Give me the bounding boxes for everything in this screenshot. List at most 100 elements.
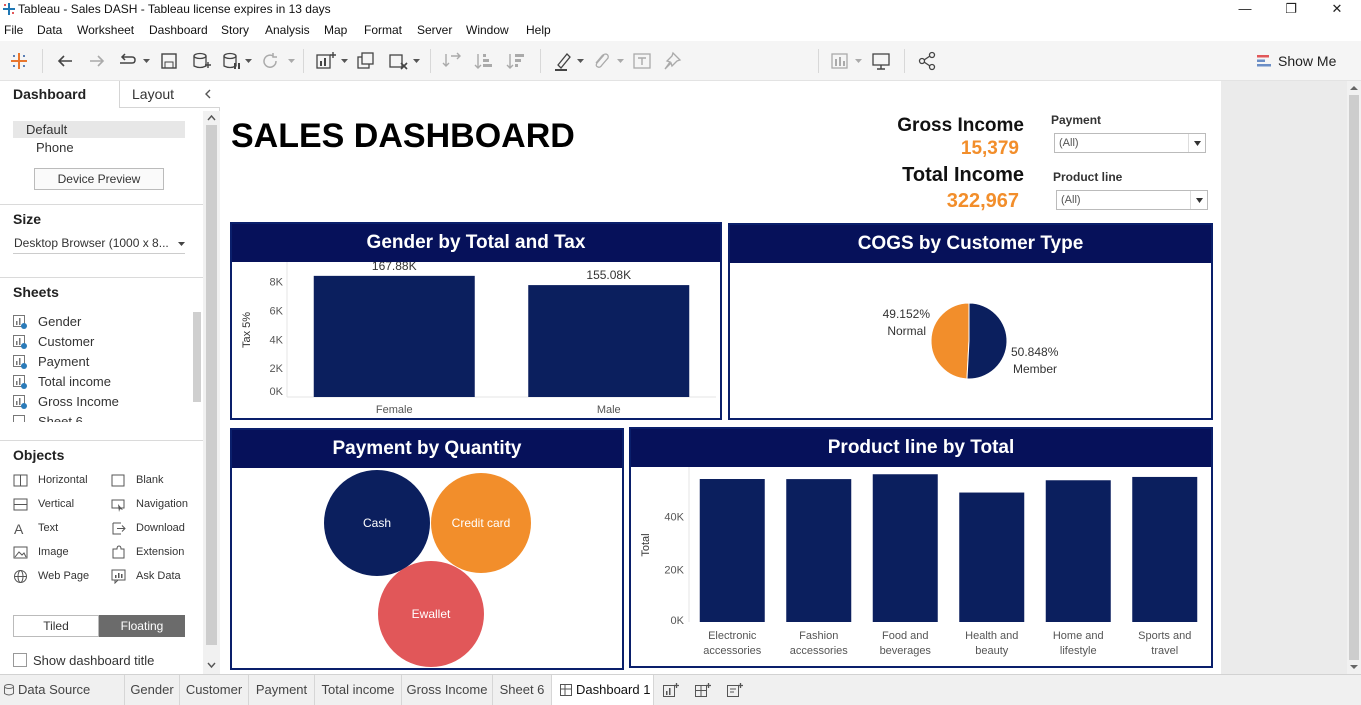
- redo-icon[interactable]: [86, 50, 108, 72]
- menu-story[interactable]: Story: [221, 23, 249, 37]
- tab-gender[interactable]: Gender: [125, 675, 180, 705]
- new-data-source-icon[interactable]: [190, 50, 212, 72]
- chevron-down-icon[interactable]: [288, 58, 295, 64]
- show-cards-icon[interactable]: [829, 50, 851, 72]
- x-tick-label: lifestyle: [1060, 645, 1097, 657]
- new-dashboard-tab-icon[interactable]: [695, 683, 711, 698]
- tab-label: Dashboard 1: [576, 682, 651, 697]
- presentation-mode-icon[interactable]: [870, 50, 892, 72]
- collapse-pane-icon[interactable]: [204, 89, 212, 99]
- tab-dashboard[interactable]: Dashboard: [0, 81, 119, 108]
- device-default[interactable]: Default: [13, 121, 185, 138]
- tab-total-income[interactable]: Total income: [315, 675, 402, 705]
- menu-help[interactable]: Help: [526, 23, 551, 37]
- left-pane-scrollbar[interactable]: [203, 111, 220, 674]
- fix-axes-pin-icon[interactable]: [661, 50, 683, 72]
- size-dropdown[interactable]: Desktop Browser (1000 x 8...: [13, 234, 185, 254]
- sort-descending-icon[interactable]: [505, 50, 527, 72]
- chevron-down-icon[interactable]: [577, 58, 584, 64]
- refresh-icon[interactable]: [259, 50, 281, 72]
- vertical-container-icon: [13, 498, 28, 511]
- scrollbar-thumb[interactable]: [206, 125, 217, 645]
- bar: [313, 275, 475, 397]
- pause-updates-icon[interactable]: [220, 50, 242, 72]
- show-mark-labels-icon[interactable]: [631, 50, 653, 72]
- toolbar-separator: [430, 49, 431, 73]
- save-icon[interactable]: [158, 50, 180, 72]
- y-tick-label: 6K: [270, 305, 284, 317]
- share-icon[interactable]: [916, 50, 938, 72]
- data-label: 167.88K: [372, 262, 417, 273]
- menu-analysis[interactable]: Analysis: [265, 23, 310, 37]
- bar: [528, 285, 690, 397]
- sheets-scrollbar[interactable]: [193, 312, 201, 402]
- tab-dashboard-1[interactable]: Dashboard 1: [552, 675, 654, 705]
- device-phone[interactable]: Phone: [13, 139, 185, 156]
- swap-rows-columns-icon[interactable]: [441, 50, 463, 72]
- canvas-scrollbar[interactable]: [1347, 81, 1361, 674]
- floating-toggle[interactable]: Floating: [99, 615, 185, 637]
- close-button[interactable]: ✕: [1314, 0, 1360, 20]
- panel-payment-by-quantity: Payment by Quantity Cash Credit card Ewall…: [230, 428, 624, 670]
- y-tick-label: 4K: [270, 334, 284, 346]
- chevron-down-icon[interactable]: [617, 58, 624, 64]
- scrollbar-thumb[interactable]: [1349, 95, 1359, 660]
- panel-title: Payment by Quantity: [232, 430, 622, 468]
- bar: [959, 492, 1025, 622]
- worksheet-icon: [13, 375, 27, 389]
- database-icon: [4, 684, 14, 696]
- menu-window[interactable]: Window: [466, 23, 509, 37]
- svg-text:A: A: [14, 521, 24, 536]
- worksheet-icon: [13, 355, 27, 369]
- menu-server[interactable]: Server: [417, 23, 452, 37]
- menu-worksheet[interactable]: Worksheet: [77, 23, 134, 37]
- worksheet-icon: [13, 395, 27, 409]
- replay-icon[interactable]: [116, 50, 138, 72]
- payment-filter-dropdown[interactable]: (All): [1054, 133, 1206, 153]
- maximize-button[interactable]: ❐: [1268, 0, 1314, 20]
- device-preview-button[interactable]: Device Preview: [34, 168, 164, 190]
- payment-bubble-chart: Cash Credit card Ewallet: [324, 470, 531, 667]
- highlight-icon[interactable]: [552, 50, 574, 72]
- product-line-filter-dropdown[interactable]: (All): [1056, 190, 1208, 210]
- menu-map[interactable]: Map: [324, 23, 347, 37]
- tab-layout[interactable]: Layout: [119, 81, 220, 108]
- y-tick-label: 8K: [270, 277, 284, 289]
- chevron-down-icon[interactable]: [855, 58, 862, 64]
- clear-sheet-icon[interactable]: [387, 50, 409, 72]
- chevron-down-icon[interactable]: [341, 58, 348, 64]
- sort-ascending-icon[interactable]: [473, 50, 495, 72]
- tab-customer[interactable]: Customer: [180, 675, 249, 705]
- new-worksheet-tab-icon[interactable]: [663, 683, 679, 698]
- menu-format[interactable]: Format: [364, 23, 402, 37]
- group-members-icon[interactable]: [590, 50, 612, 72]
- duplicate-sheet-icon[interactable]: [355, 50, 377, 72]
- menu-file[interactable]: File: [4, 23, 23, 37]
- tab-data-source[interactable]: Data Source: [0, 675, 125, 705]
- product-line-filter-label: Product line: [1053, 170, 1123, 184]
- minimize-button[interactable]: —: [1222, 0, 1268, 20]
- menu-dashboard[interactable]: Dashboard: [149, 23, 208, 37]
- dashboard-canvas: SALES DASHBOARD Gross Income 15,379 Tota…: [221, 81, 1221, 674]
- tiled-toggle[interactable]: Tiled: [13, 615, 99, 637]
- tab-dashboard-label: Dashboard: [13, 86, 87, 102]
- chevron-down-icon[interactable]: [413, 58, 420, 64]
- tableau-home-icon[interactable]: [8, 50, 30, 72]
- undo-icon[interactable]: [54, 50, 76, 72]
- x-tick-label: Home and: [1053, 630, 1104, 642]
- menu-data[interactable]: Data: [37, 23, 62, 37]
- size-heading: Size: [13, 211, 42, 227]
- toolbar-separator: [303, 49, 304, 73]
- object-label: Navigation: [136, 498, 188, 510]
- show-title-checkbox[interactable]: [13, 653, 27, 667]
- bar: [699, 479, 765, 622]
- new-story-tab-icon[interactable]: [727, 683, 743, 698]
- chevron-down-icon[interactable]: [245, 58, 252, 64]
- tab-payment[interactable]: Payment: [249, 675, 315, 705]
- tab-sheet-6[interactable]: Sheet 6: [493, 675, 552, 705]
- tab-gross-income[interactable]: Gross Income: [402, 675, 493, 705]
- new-worksheet-icon[interactable]: [314, 50, 336, 72]
- chevron-down-icon[interactable]: [143, 58, 150, 64]
- y-tick-label: 2K: [270, 363, 284, 375]
- sheet-label: Total income: [38, 374, 111, 389]
